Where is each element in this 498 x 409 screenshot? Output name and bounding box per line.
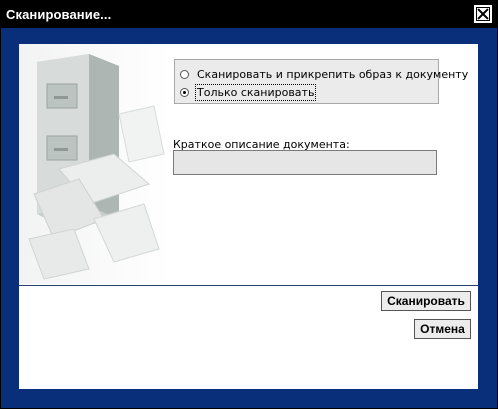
option-scan-only[interactable]: Только сканировать xyxy=(180,83,317,101)
scan-button[interactable]: Сканировать xyxy=(381,291,471,311)
scan-dialog: Сканирование... Сканировать и прикрепить… xyxy=(0,0,498,409)
divider xyxy=(19,285,478,286)
description-field[interactable] xyxy=(173,150,437,175)
close-button[interactable] xyxy=(474,5,492,23)
title-bar[interactable]: Сканирование... xyxy=(1,1,497,28)
cancel-button[interactable]: Отмена xyxy=(414,319,471,339)
radio-scan-only[interactable] xyxy=(180,87,189,97)
dialog-content: Сканировать и прикрепить образ к докумен… xyxy=(19,44,478,389)
option-scan-attach-label: Сканировать и прикрепить образ к докумен… xyxy=(197,67,469,81)
option-scan-attach[interactable]: Сканировать и прикрепить образ к докумен… xyxy=(180,66,468,82)
file-cabinet-illustration xyxy=(19,44,169,284)
option-scan-only-label: Только сканировать xyxy=(194,83,317,101)
radio-scan-attach[interactable] xyxy=(180,69,189,79)
scan-mode-group: Сканировать и прикрепить образ к докумен… xyxy=(174,59,468,104)
close-icon xyxy=(476,7,490,21)
window-title: Сканирование... xyxy=(6,7,112,22)
